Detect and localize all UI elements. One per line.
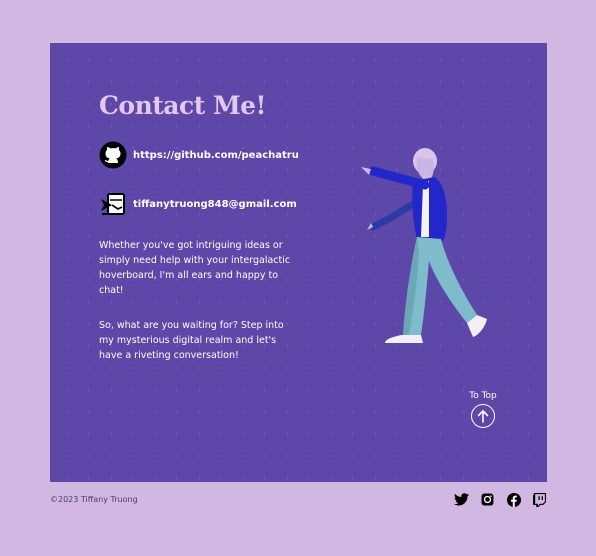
github-link[interactable]: https://github.com/peachatru xyxy=(99,141,299,169)
to-top-button[interactable]: To Top xyxy=(463,391,503,428)
github-icon xyxy=(99,141,127,169)
arrow-up-icon xyxy=(471,404,495,428)
intro-paragraph: Whether you've got intriguing ideas or s… xyxy=(99,240,291,296)
email-link-text: tiffanytruong848@gmail.com xyxy=(133,198,297,210)
twitter-icon[interactable] xyxy=(454,492,469,507)
footer-copyright: ©2023 Tiffany Truong xyxy=(50,495,138,504)
github-link-text: https://github.com/peachatru xyxy=(133,149,299,161)
instagram-icon[interactable] xyxy=(480,492,495,507)
social-links xyxy=(454,492,547,507)
facebook-icon[interactable] xyxy=(506,492,521,507)
walking-person-illustration xyxy=(355,143,505,353)
contact-title: Contact Me! xyxy=(99,91,267,120)
contact-card: Contact Me! https://github.com/peachatru… xyxy=(50,43,547,482)
send-mail-icon xyxy=(99,191,127,217)
twitch-icon[interactable] xyxy=(532,492,547,507)
email-link[interactable]: tiffanytruong848@gmail.com xyxy=(99,191,297,217)
to-top-label: To Top xyxy=(469,391,497,401)
invite-paragraph: So, what are you waiting for? Step into … xyxy=(99,320,284,361)
